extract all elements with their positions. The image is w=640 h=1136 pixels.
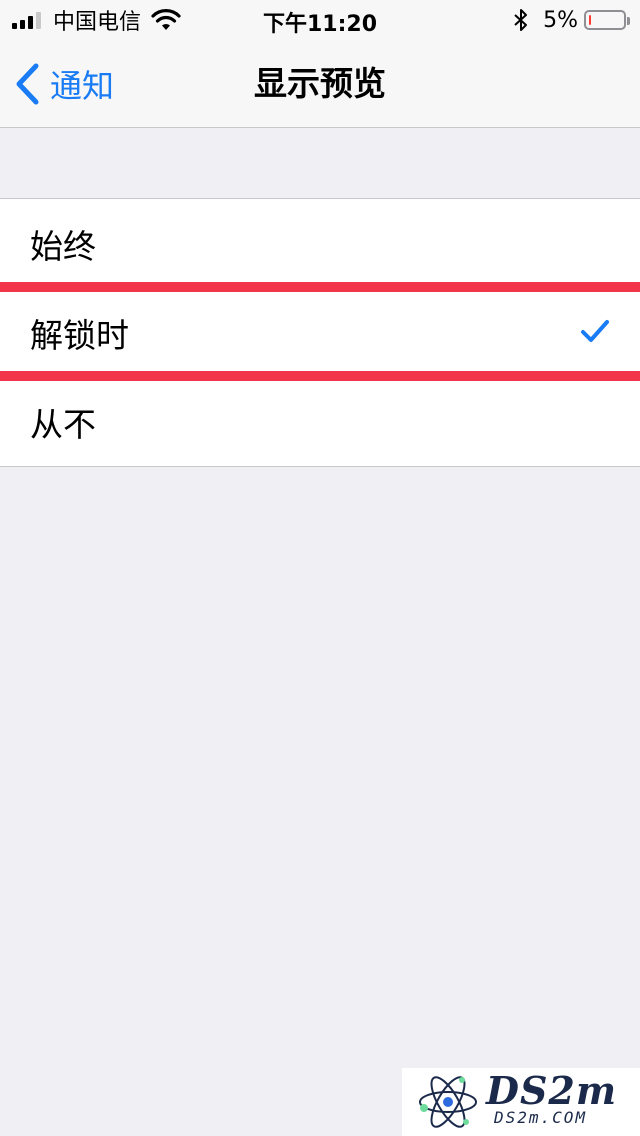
highlight-bar-bottom: [0, 371, 640, 381]
option-label: 始终: [30, 226, 96, 266]
option-label: 从不: [30, 404, 96, 444]
atom-logo-icon: [419, 1076, 477, 1128]
bluetooth-icon: [514, 9, 528, 31]
checkmark-icon: [581, 320, 609, 342]
watermark: DS2m DS2m.COM: [402, 1068, 640, 1136]
watermark-main-text: DS2m: [486, 1068, 618, 1113]
battery-level-fill: [589, 15, 591, 25]
status-bar-right: 5%: [513, 6, 630, 34]
highlight-bar-top: [0, 282, 640, 292]
page-title: 显示预览: [254, 64, 386, 103]
watermark-sub-text: DS2m.COM: [494, 1108, 588, 1127]
battery-percent: 5%: [543, 7, 578, 33]
signal-icon: [12, 11, 41, 29]
option-row-never[interactable]: 从不: [0, 377, 640, 466]
status-bar: 中国电信 下午11:20 5%: [0, 0, 640, 40]
option-row-when-unlocked[interactable]: 解锁时: [0, 288, 640, 377]
battery-icon: [584, 10, 630, 30]
navigation-bar: 通知 显示预览: [0, 40, 640, 128]
carrier-name: 中国电信: [53, 10, 142, 35]
preview-options-list: 始终 解锁时 从不: [0, 198, 640, 467]
status-bar-left: 中国电信: [12, 6, 181, 35]
option-label: 解锁时: [30, 315, 129, 355]
wifi-icon: [151, 9, 181, 30]
option-row-always[interactable]: 始终: [0, 199, 640, 288]
